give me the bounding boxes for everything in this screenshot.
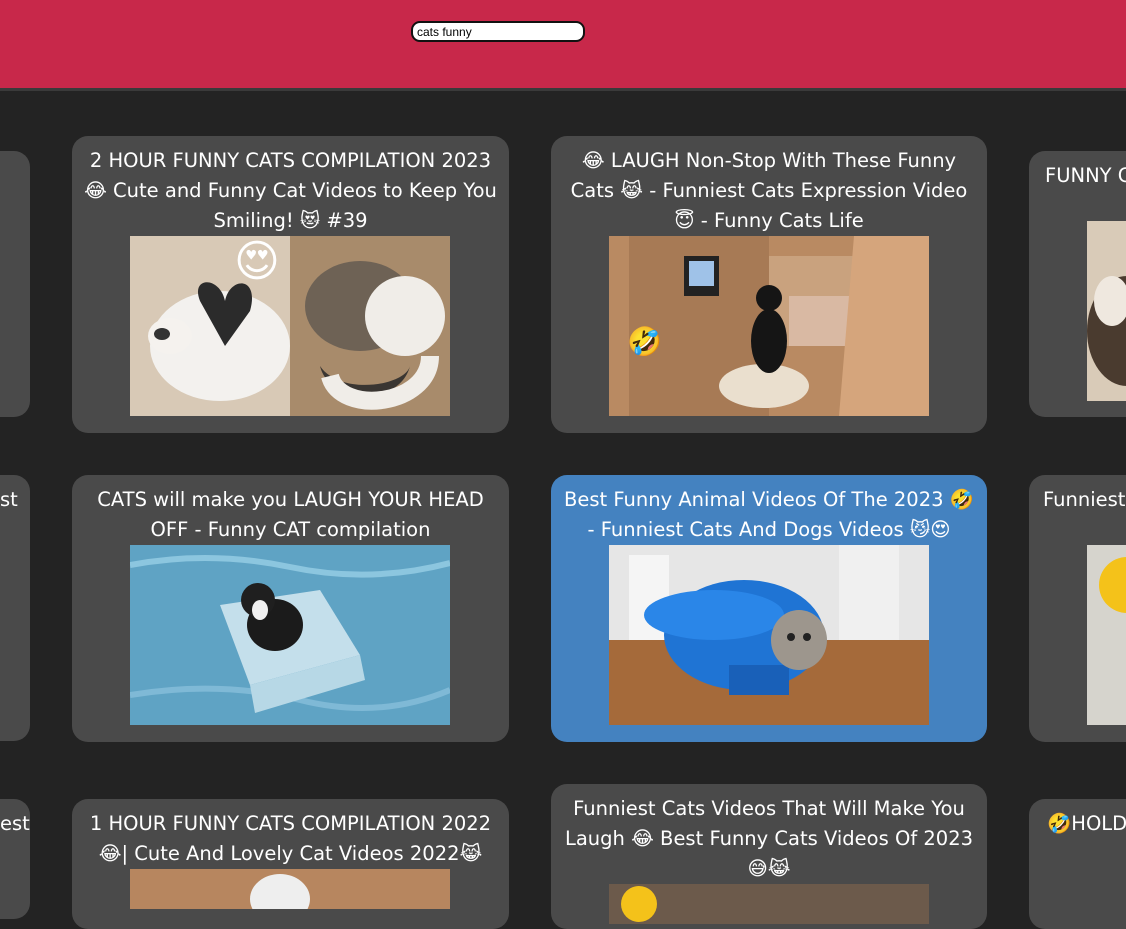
video-card-selected[interactable]: Best Funny Animal Videos Of The 2023 🤣 -… (551, 475, 987, 742)
video-card[interactable]: 2 HOUR FUNNY CATS COMPILATION 2023😂 Cute… (72, 136, 509, 433)
video-title: 1 HOUR FUNNY CATS COMPILATION 2022😂| Cut… (89, 812, 492, 865)
video-card[interactable]: 😂 LAUGH Non-Stop With These Funny Cats 😹… (551, 136, 987, 433)
video-title: CATS will make you LAUGH YOUR HEAD OFF -… (97, 488, 484, 541)
video-title: Funniest Cats Videos That Will Make You … (564, 797, 974, 880)
video-title: st (0, 488, 18, 511)
video-thumbnail (130, 869, 450, 909)
video-thumbnail (1087, 221, 1126, 401)
video-card[interactable]: 1 HOUR FUNNY CATS COMPILATION 2022😂| Cut… (72, 799, 509, 929)
video-title: FUNNY C (1045, 164, 1126, 187)
video-card[interactable]: CATS will make you LAUGH YOUR HEAD OFF -… (72, 475, 509, 742)
video-title: 🤣HOLD thes (1047, 812, 1126, 835)
video-card-left-partial[interactable]: st (0, 475, 30, 741)
video-title: 2 HOUR FUNNY CATS COMPILATION 2023😂 Cute… (84, 149, 497, 232)
video-title: 😂 LAUGH Non-Stop With These Funny Cats 😹… (570, 149, 968, 232)
video-card-right-partial[interactable]: FUNNY C (1029, 151, 1126, 417)
heart-eyes-emoji: 😍 (234, 236, 280, 287)
video-thumbnail: 🤣 (609, 236, 929, 416)
video-card[interactable]: Funniest Cats Videos That Will Make You … (551, 784, 987, 929)
video-card-right-partial[interactable]: 🤣HOLD thes (1029, 799, 1126, 929)
video-title: Funniest Fu (1043, 488, 1126, 511)
search-input[interactable] (411, 21, 585, 42)
video-title: Best Funny Animal Videos Of The 2023 🤣 -… (564, 488, 974, 541)
video-card-left-partial[interactable]: est (0, 799, 30, 919)
rofl-emoji: 🤣 (627, 325, 662, 358)
video-thumbnail (130, 545, 450, 725)
video-thumbnail: 😍 (130, 236, 450, 416)
top-bar (0, 0, 1126, 91)
video-thumbnail (609, 545, 929, 725)
video-card-left-partial[interactable] (0, 151, 30, 417)
video-thumbnail (1087, 545, 1126, 725)
video-title: est (0, 812, 30, 835)
video-thumbnail (609, 884, 929, 924)
video-card-right-partial[interactable]: Funniest Fu (1029, 475, 1126, 742)
